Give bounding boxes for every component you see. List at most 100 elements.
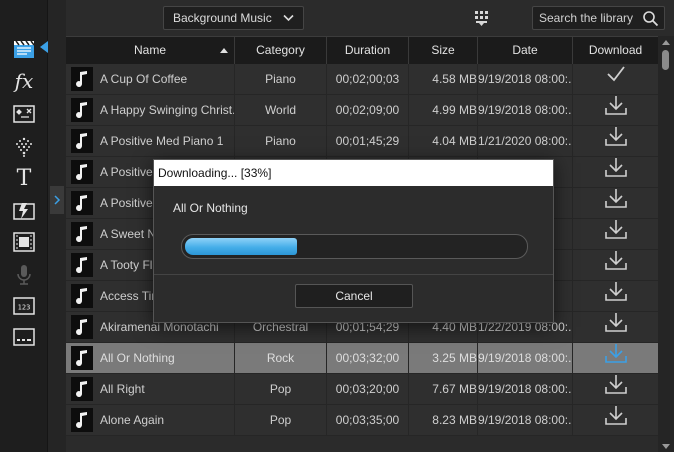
column-header-date[interactable]: Date bbox=[478, 37, 573, 65]
category-dropdown-value: Background Music bbox=[173, 11, 272, 25]
download-icon[interactable] bbox=[604, 95, 627, 125]
pip-objects-icon[interactable] bbox=[10, 101, 38, 127]
downloading-file-name: All Or Nothing bbox=[173, 201, 248, 215]
checkmark-icon bbox=[606, 64, 626, 94]
track-name: Alone Again bbox=[100, 413, 165, 427]
vertical-scrollbar[interactable] bbox=[658, 36, 674, 452]
scroll-up-arrow-icon[interactable] bbox=[662, 40, 670, 45]
download-icon[interactable] bbox=[604, 157, 627, 187]
view-grid-icon[interactable] bbox=[473, 9, 491, 27]
cell-download[interactable] bbox=[573, 188, 658, 218]
download-progress-bar bbox=[181, 234, 528, 259]
track-name: A Positive bbox=[100, 165, 153, 179]
cell-duration: 00;03;32;00 bbox=[327, 343, 409, 373]
transition-icon[interactable] bbox=[10, 198, 38, 224]
column-header-duration[interactable]: Duration bbox=[327, 37, 409, 65]
cell-date: 9/19/2018 08:00:... bbox=[478, 374, 573, 404]
chapter-icon[interactable] bbox=[10, 229, 38, 255]
cell-date: 9/19/2018 08:00:... bbox=[478, 343, 573, 373]
table-row[interactable]: A Cup Of Coffee Piano 00;02;00;03 4.58 MB 9/… bbox=[66, 64, 658, 95]
track-name: A Tooty Fl bbox=[100, 258, 153, 272]
table-row[interactable]: All Right Pop 00;03;20;00 7.67 MB 9/19/2018 … bbox=[66, 374, 658, 405]
download-icon[interactable] bbox=[604, 126, 627, 156]
cell-name: A Happy Swinging Christ... bbox=[66, 95, 235, 125]
table-row[interactable]: A Positive Med Piano 1 Piano 00;01;45;29 4.… bbox=[66, 126, 658, 157]
subtitle-icon[interactable] bbox=[10, 324, 38, 350]
scroll-down-arrow-icon[interactable] bbox=[662, 444, 670, 449]
cell-duration: 00;02;09;00 bbox=[327, 95, 409, 125]
music-note-icon bbox=[71, 377, 93, 401]
cell-date: 1/21/2020 08:00:... bbox=[478, 126, 573, 156]
scrollbar-thumb[interactable] bbox=[662, 50, 669, 70]
cell-download[interactable] bbox=[573, 312, 658, 342]
category-dropdown[interactable]: Background Music bbox=[163, 6, 304, 30]
library-toolbar: Background Music bbox=[66, 0, 674, 36]
track-name: Access Tin bbox=[100, 289, 159, 303]
cell-name: All Right bbox=[66, 374, 235, 404]
cell-download[interactable] bbox=[573, 405, 658, 435]
download-icon[interactable] bbox=[604, 312, 627, 342]
cell-name: All Or Nothing bbox=[66, 343, 235, 373]
tool-rail: fx T 123 bbox=[0, 0, 48, 452]
cell-download[interactable] bbox=[573, 95, 658, 125]
column-header-name[interactable]: Name bbox=[66, 37, 235, 65]
svg-text:123: 123 bbox=[18, 304, 31, 312]
music-note-icon bbox=[71, 129, 93, 153]
music-note-icon bbox=[71, 315, 93, 339]
download-progress-fill bbox=[185, 238, 297, 255]
cell-download[interactable] bbox=[573, 343, 658, 373]
cell-download[interactable] bbox=[573, 281, 658, 311]
cancel-button[interactable]: Cancel bbox=[295, 284, 413, 308]
track-name: A Positive Med Piano 1 bbox=[100, 134, 224, 148]
download-progress-dialog: Downloading... [33%] All Or Nothing Canc… bbox=[153, 159, 554, 323]
cell-date: 9/19/2018 08:00:... bbox=[478, 64, 573, 94]
fx-effects-icon[interactable]: fx bbox=[10, 68, 38, 94]
table-row[interactable]: Alone Again Pop 00;03;35;00 8.23 MB 9/19/201… bbox=[66, 405, 658, 436]
track-name: A Cup Of Coffee bbox=[100, 72, 188, 86]
table-row[interactable]: All Or Nothing Rock 00;03;32;00 3.25 MB 9/19… bbox=[66, 343, 658, 374]
download-icon[interactable] bbox=[604, 405, 627, 435]
download-icon[interactable] bbox=[604, 219, 627, 249]
cell-category: Rock bbox=[235, 343, 327, 373]
track-name: A Sweet N bbox=[100, 227, 157, 241]
sort-ascending-icon bbox=[220, 48, 228, 53]
music-note-icon bbox=[71, 284, 93, 308]
cell-size: 3.25 MB bbox=[409, 343, 478, 373]
download-icon[interactable] bbox=[604, 343, 627, 373]
microphone-icon[interactable] bbox=[10, 262, 38, 288]
table-row[interactable]: A Happy Swinging Christ... World 00;02;09;… bbox=[66, 95, 658, 126]
download-icon[interactable] bbox=[604, 374, 627, 404]
cell-duration: 00;01;45;29 bbox=[327, 126, 409, 156]
column-header-download[interactable]: Download bbox=[573, 37, 658, 65]
column-header-size[interactable]: Size bbox=[409, 37, 478, 65]
cell-download[interactable] bbox=[573, 157, 658, 187]
track-name: All Right bbox=[100, 382, 145, 396]
expand-panel-chevron-icon[interactable] bbox=[50, 186, 64, 214]
cell-name: A Cup Of Coffee bbox=[66, 64, 235, 94]
cell-date: 9/19/2018 08:00:... bbox=[478, 405, 573, 435]
cell-download[interactable] bbox=[573, 64, 658, 94]
cell-category: Piano bbox=[235, 126, 327, 156]
download-icon[interactable] bbox=[604, 188, 627, 218]
media-room-icon[interactable] bbox=[10, 37, 38, 63]
title-text-icon[interactable]: T bbox=[10, 165, 38, 191]
particle-icon[interactable] bbox=[10, 134, 38, 160]
subtitle-counter-icon[interactable]: 123 bbox=[10, 293, 38, 319]
cell-category: Pop bbox=[235, 405, 327, 435]
cell-size: 4.04 MB bbox=[409, 126, 478, 156]
music-note-icon bbox=[71, 67, 93, 91]
cell-download[interactable] bbox=[573, 250, 658, 280]
cell-duration: 00;03;35;00 bbox=[327, 405, 409, 435]
cell-download[interactable] bbox=[573, 126, 658, 156]
track-name: A Positive bbox=[100, 196, 153, 210]
cell-download[interactable] bbox=[573, 219, 658, 249]
cell-category: World bbox=[235, 95, 327, 125]
download-icon[interactable] bbox=[604, 281, 627, 311]
music-note-icon bbox=[71, 98, 93, 122]
column-header-category[interactable]: Category bbox=[235, 37, 327, 65]
download-icon[interactable] bbox=[604, 250, 627, 280]
search-icon[interactable] bbox=[642, 10, 659, 27]
search-input[interactable] bbox=[533, 7, 641, 29]
cell-download[interactable] bbox=[573, 374, 658, 404]
cell-duration: 00;02;00;03 bbox=[327, 64, 409, 94]
